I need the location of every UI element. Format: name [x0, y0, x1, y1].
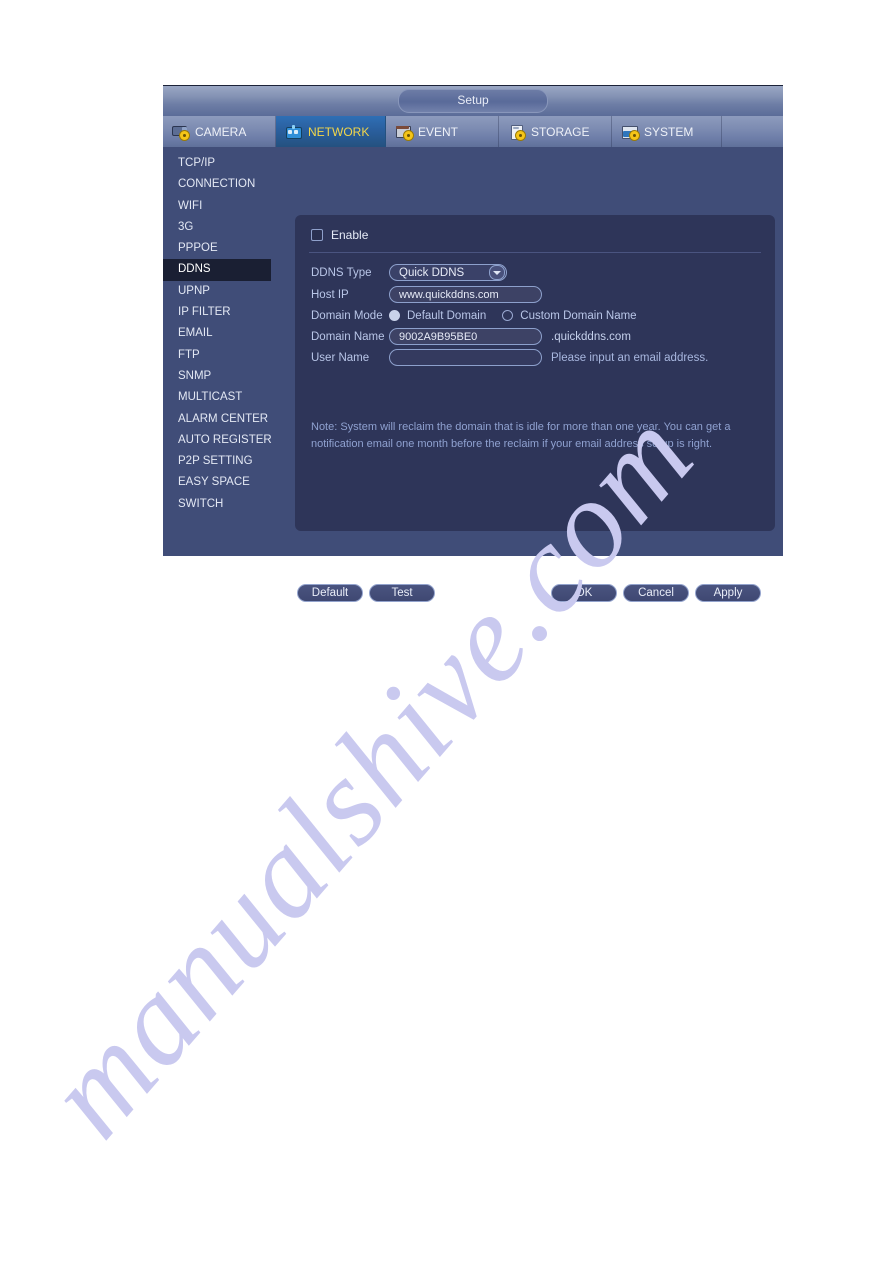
- tab-network[interactable]: NETWORK: [276, 116, 386, 147]
- sidebar-item-label: EASY SPACE: [178, 476, 250, 489]
- ddns-type-label: DDNS Type: [311, 266, 372, 279]
- sidebar-item-switch[interactable]: SWITCH: [163, 494, 271, 515]
- radio-default-domain[interactable]: [389, 310, 400, 321]
- sidebar-item-label: P2P SETTING: [178, 455, 253, 468]
- chevron-down-icon[interactable]: [489, 265, 505, 280]
- page-title: Setup: [398, 89, 548, 113]
- domain-name-label: Domain Name: [311, 330, 385, 343]
- sidebar-item-label: MULTICAST: [178, 391, 243, 404]
- sidebar-item-label: 3G: [178, 220, 194, 233]
- domain-mode-row: Domain Mode Default Domain Custom Domain…: [311, 306, 637, 325]
- radio-custom-domain-label: Custom Domain Name: [520, 309, 637, 322]
- tab-label: CAMERA: [195, 124, 247, 139]
- storage-gear-icon: [508, 124, 526, 140]
- domain-name-input[interactable]: 9002A9B95BE0: [389, 328, 542, 345]
- sidebar-item-pppoe[interactable]: PPPOE: [163, 238, 271, 259]
- sidebar-item-3g[interactable]: 3G: [163, 217, 271, 238]
- host-ip-input[interactable]: www.quickddns.com: [389, 286, 542, 303]
- domain-name-suffix: .quickddns.com: [551, 330, 631, 343]
- main-tab-bar: CAMERA NETWORK EVENT STORAGE SYSTEM: [163, 116, 783, 147]
- domain-mode-radio-group: Default Domain Custom Domain Name: [389, 310, 637, 322]
- sidebar-item-ip-filter[interactable]: IP FILTER: [163, 302, 271, 323]
- enable-checkbox[interactable]: [311, 229, 323, 241]
- sidebar-item-label: PPPOE: [178, 242, 218, 255]
- sidebar-item-p2p-setting[interactable]: P2P SETTING: [163, 451, 271, 472]
- ok-button[interactable]: OK: [551, 584, 617, 602]
- enable-label: Enable: [331, 228, 369, 242]
- tab-storage[interactable]: STORAGE: [499, 116, 612, 147]
- sidebar-item-label: IP FILTER: [178, 306, 231, 319]
- tab-system[interactable]: SYSTEM: [612, 116, 722, 147]
- host-ip-row: Host IP www.quickddns.com: [311, 285, 542, 304]
- tab-label: NETWORK: [308, 124, 370, 139]
- ddns-type-select[interactable]: Quick DDNS: [389, 264, 507, 281]
- sidebar-item-easy-space[interactable]: EASY SPACE: [163, 472, 271, 493]
- sidebar-item-label: AUTO REGISTER: [178, 433, 272, 446]
- user-name-label: User Name: [311, 351, 370, 364]
- sidebar-item-ftp[interactable]: FTP: [163, 345, 271, 366]
- sidebar-item-snmp[interactable]: SNMP: [163, 366, 271, 387]
- sidebar-item-label: EMAIL: [178, 327, 213, 340]
- sidebar-item-label: DDNS: [178, 263, 211, 276]
- radio-custom-domain[interactable]: [502, 310, 514, 321]
- sidebar-item-label: CONNECTION: [178, 178, 256, 191]
- setup-window: Setup CAMERA NETWORK EVENT STORAGE SYSTE…: [163, 85, 783, 602]
- tab-camera[interactable]: CAMERA: [163, 116, 276, 147]
- sidebar-item-label: TCP/IP: [178, 157, 216, 169]
- sidebar-item-email[interactable]: EMAIL: [163, 323, 271, 344]
- network-sidebar: TCP/IP CONNECTION WIFI 3G PPPOE DDNS UPN…: [163, 147, 272, 556]
- system-gear-icon: [621, 124, 639, 140]
- sidebar-item-wifi[interactable]: WIFI: [163, 196, 271, 217]
- sidebar-item-multicast[interactable]: MULTICAST: [163, 387, 271, 408]
- camera-gear-icon: [172, 124, 190, 140]
- sidebar-item-label: UPNP: [178, 284, 210, 297]
- sidebar-item-upnp[interactable]: UPNP: [163, 281, 271, 302]
- test-button[interactable]: Test: [369, 584, 435, 602]
- panel-divider: [309, 252, 761, 253]
- sidebar-item-auto-register[interactable]: AUTO REGISTER: [163, 430, 272, 451]
- enable-row: Enable: [311, 228, 368, 242]
- user-name-hint: Please input an email address.: [551, 351, 709, 364]
- user-name-input[interactable]: [389, 349, 542, 366]
- sidebar-item-label: ALARM CENTER: [178, 412, 269, 425]
- user-name-row: User Name Please input an email address.: [311, 348, 708, 367]
- radio-default-domain-label: Default Domain: [407, 309, 487, 322]
- window-body: TCP/IP CONNECTION WIFI 3G PPPOE DDNS UPN…: [163, 147, 783, 602]
- network-gear-icon: [285, 124, 303, 140]
- cancel-button[interactable]: Cancel: [623, 584, 689, 602]
- sidebar-item-label: SWITCH: [178, 497, 224, 510]
- sidebar-item-connection[interactable]: CONNECTION: [163, 174, 271, 195]
- sidebar-item-tcpip[interactable]: TCP/IP: [163, 153, 271, 174]
- domain-name-row: Domain Name 9002A9B95BE0 .quickddns.com: [311, 327, 631, 346]
- sidebar-item-label: WIFI: [178, 199, 203, 212]
- tab-event[interactable]: EVENT: [386, 116, 499, 147]
- ddns-type-row: DDNS Type Quick DDNS: [311, 263, 507, 282]
- default-button[interactable]: Default: [297, 584, 363, 602]
- dialog-button-bar: Default Test OK Cancel Apply: [295, 584, 775, 604]
- reclaim-note: Note: System will reclaim the domain tha…: [311, 421, 731, 450]
- sidebar-item-label: SNMP: [178, 369, 212, 382]
- tab-label: SYSTEM: [644, 124, 694, 139]
- ddns-type-value: Quick DDNS: [399, 266, 465, 279]
- sidebar-item-ddns[interactable]: DDNS: [163, 259, 271, 281]
- sidebar-item-alarm-center[interactable]: ALARM CENTER: [163, 409, 271, 430]
- tab-label: EVENT: [418, 124, 459, 139]
- sidebar-item-label: FTP: [178, 348, 200, 361]
- tab-label: STORAGE: [531, 124, 590, 139]
- apply-button[interactable]: Apply: [695, 584, 761, 602]
- host-ip-label: Host IP: [311, 288, 349, 301]
- window-title-bar: Setup: [163, 86, 783, 116]
- ddns-settings-panel: Enable DDNS Type Quick DDNS Host IP www.…: [295, 215, 775, 531]
- domain-mode-label: Domain Mode: [311, 309, 383, 322]
- event-gear-icon: [395, 124, 413, 140]
